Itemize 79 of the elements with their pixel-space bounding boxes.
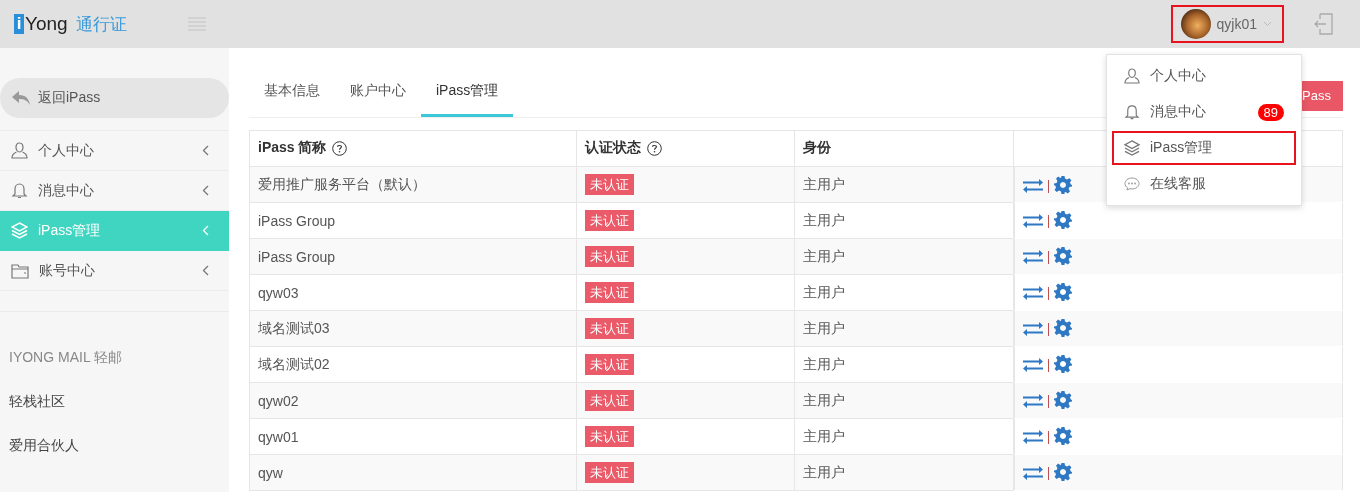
gear-icon[interactable] (1054, 391, 1073, 409)
table-cell: 主用户 (794, 238, 1014, 275)
gear-icon[interactable] (1054, 427, 1073, 445)
switch-icon[interactable] (1023, 392, 1044, 408)
status-tag: 未认证 (585, 353, 635, 375)
table-cell: qyw02 (249, 382, 577, 419)
chat-icon (1124, 177, 1140, 191)
person-icon (11, 142, 28, 159)
layers-icon (11, 222, 28, 239)
status-tag: 未认证 (585, 209, 635, 231)
tab[interactable]: 基本信息 (249, 82, 335, 117)
gear-icon[interactable] (1054, 175, 1073, 194)
table-cell: iPass Group (249, 238, 577, 275)
table-cell: qyw (249, 454, 577, 491)
table-cell: 主用户 (794, 382, 1014, 419)
table-cell: 主用户 (794, 346, 1014, 383)
back-button[interactable]: 返回iPass (0, 78, 229, 118)
switch-icon[interactable] (1023, 212, 1044, 228)
folder-icon (11, 262, 29, 279)
status-tag: 未认证 (585, 389, 635, 411)
sidebar-link[interactable]: 爱用合伙人 (9, 436, 229, 454)
column-title: iPass 简称 (258, 139, 327, 156)
switch-icon[interactable] (1023, 176, 1044, 193)
status-tag: 未认证 (585, 317, 635, 339)
product-name: 通行证 (75, 13, 127, 36)
table-cell: 主用户 (794, 202, 1014, 239)
person-icon (1124, 68, 1140, 84)
caret-icon (1263, 21, 1272, 27)
chevron-icon (202, 225, 209, 236)
sidebar-item[interactable]: 个人中心 (0, 131, 229, 171)
tab[interactable]: 账户中心 (335, 82, 421, 117)
status-tag: 未认证 (585, 425, 635, 447)
sidebar-link[interactable]: 轻栈社区 (9, 392, 229, 410)
gear-icon[interactable] (1054, 211, 1073, 229)
bell-icon (1124, 104, 1140, 120)
switch-icon[interactable] (1023, 320, 1044, 336)
help-icon[interactable] (332, 141, 348, 157)
user-menu-button[interactable]: qyjk01 (1170, 5, 1284, 43)
layers-icon (1124, 140, 1140, 156)
table-cell: 主用户 (794, 166, 1014, 203)
status-tag: 未认证 (585, 461, 635, 483)
count-badge: 89 (1257, 103, 1284, 121)
chevron-icon (202, 265, 209, 276)
dropdown-item[interactable]: iPass管理 (1112, 131, 1296, 165)
chevron-icon (202, 185, 209, 196)
status-tag: 未认证 (585, 281, 635, 303)
switch-icon[interactable] (1023, 248, 1044, 264)
switch-icon[interactable] (1023, 356, 1044, 372)
table-cell: 域名测试03 (249, 310, 577, 347)
table-cell: 域名测试02 (249, 346, 577, 383)
sidebar-item[interactable]: 账号中心 (0, 251, 229, 291)
logo-text: Yong (25, 13, 68, 35)
table-cell: 爱用推广服务平台（默认） (249, 166, 577, 203)
gear-icon[interactable] (1054, 319, 1073, 337)
table-cell: 主用户 (794, 310, 1014, 347)
table-cell: 主用户 (794, 454, 1014, 491)
gear-icon[interactable] (1054, 355, 1073, 373)
bell-icon (11, 182, 28, 199)
switch-icon[interactable] (1023, 428, 1044, 444)
gear-icon[interactable] (1054, 463, 1073, 481)
table-cell: 主用户 (794, 418, 1014, 455)
status-tag: 未认证 (585, 173, 635, 195)
column-title: 身份 (803, 139, 832, 156)
avatar-icon (1180, 9, 1211, 39)
gear-icon[interactable] (1054, 283, 1073, 301)
table-cell: 主用户 (794, 274, 1014, 311)
gear-icon[interactable] (1054, 247, 1073, 265)
chevron-icon (202, 145, 209, 156)
logo-mark: i (14, 14, 24, 34)
status-tag: 未认证 (585, 245, 635, 267)
table-cell: qyw03 (249, 274, 577, 311)
column-title: 认证状态 (585, 139, 642, 156)
reply-icon (12, 91, 30, 105)
help-icon[interactable] (647, 141, 663, 157)
table-cell: iPass Group (249, 202, 577, 239)
switch-icon[interactable] (1023, 464, 1044, 480)
table-cell: qyw01 (249, 418, 577, 455)
tab[interactable]: iPass管理 (421, 82, 514, 117)
switch-icon[interactable] (1023, 284, 1044, 300)
